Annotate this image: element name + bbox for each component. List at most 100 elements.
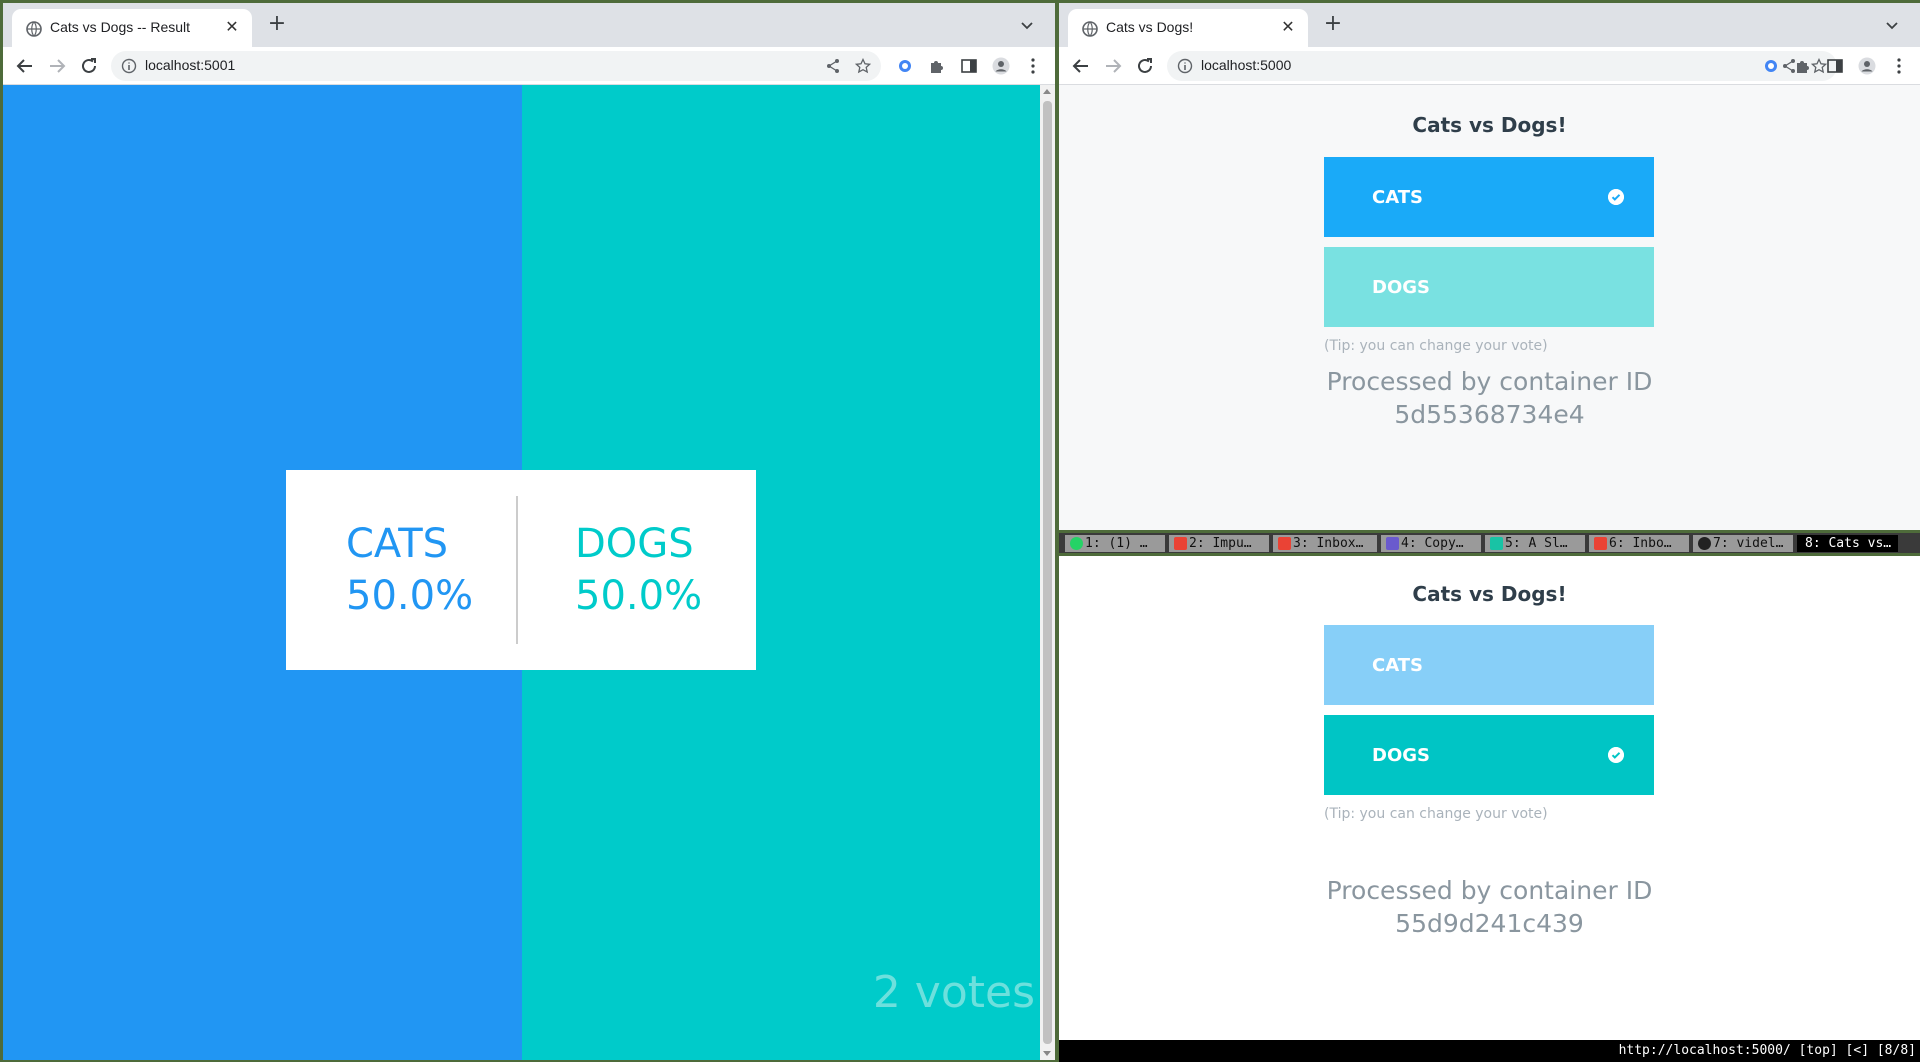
gmail-icon <box>1594 537 1607 550</box>
tabbar-item[interactable]: 4: Copy… <box>1381 535 1481 552</box>
cats-label: CATS <box>346 521 449 567</box>
vote-cats-button[interactable]: CATS <box>1324 625 1654 705</box>
scroll-down-icon[interactable] <box>1043 1051 1051 1056</box>
menu-kebab-icon[interactable] <box>1890 57 1908 75</box>
tab-title: Cats vs Dogs! <box>1106 19 1194 35</box>
result-divider <box>516 496 518 644</box>
vote-count: 2 votes <box>872 967 1035 1018</box>
close-tab-icon[interactable]: ✕ <box>222 17 242 37</box>
new-tab-button[interactable]: + <box>1321 13 1345 37</box>
reload-icon[interactable] <box>78 55 100 77</box>
cats-percentage: 50.0% <box>346 573 474 619</box>
tabbar-item-label: 6: Inbo… <box>1609 536 1672 551</box>
result-box: CATS 50.0% DOGS 50.0% <box>286 470 756 670</box>
vote-page: Cats vs Dogs! CATS DOGS (Tip: you can ch… <box>1059 556 1920 1040</box>
gmail-icon <box>1278 537 1291 550</box>
tabbar-item-label: 7: videl… <box>1713 536 1784 551</box>
new-tab-button[interactable]: + <box>265 13 289 37</box>
tabbar-item-label: 2: Impu… <box>1189 536 1252 551</box>
gmail-icon <box>1174 537 1187 550</box>
chevron-down-icon[interactable] <box>1017 15 1037 35</box>
processed-by: Processed by container ID 5d55368734e4 <box>1059 365 1920 431</box>
address-bar[interactable]: localhost:5000 <box>1167 51 1837 81</box>
tabbar-item-label: 5: A Sl… <box>1505 536 1568 551</box>
tabbar-item[interactable]: 8: Cats vs… <box>1797 535 1898 552</box>
container-id: 5d55368734e4 <box>1394 400 1585 429</box>
github-icon <box>1698 537 1711 550</box>
tabbar-item[interactable]: 1: (1) … <box>1065 535 1165 552</box>
scrollbar-thumb[interactable] <box>1043 101 1052 1044</box>
vote-title: Cats vs Dogs! <box>1412 582 1567 606</box>
star-icon[interactable] <box>855 58 871 74</box>
share-icon[interactable] <box>825 58 841 74</box>
tabbar-item[interactable]: 6: Inbo… <box>1589 535 1689 552</box>
tabbar-item-label: 8: Cats vs… <box>1805 536 1892 551</box>
vote-dogs-button[interactable]: DOGS <box>1324 715 1654 795</box>
tab-strip: Cats vs Dogs -- Result ✕ + <box>3 3 1055 47</box>
forward-arrow-icon[interactable] <box>1102 55 1124 77</box>
info-icon[interactable] <box>121 58 137 74</box>
dogs-label: DOGS <box>575 521 694 567</box>
star-icon[interactable] <box>1811 58 1827 74</box>
vote-cats-button[interactable]: CATS <box>1324 157 1654 237</box>
url-text: localhost:5001 <box>145 57 236 73</box>
tabbar-item-label: 4: Copy… <box>1401 536 1464 551</box>
extension-icon[interactable] <box>896 57 914 75</box>
vote-browser-window-top: Cats vs Dogs! ✕ + localhost:5000 Cats vs <box>1059 3 1920 530</box>
profile-avatar-icon[interactable] <box>1858 57 1876 75</box>
check-circle-icon <box>1608 189 1624 205</box>
cats-button-label: CATS <box>1372 655 1423 676</box>
vote-tip: (Tip: you can change your vote) <box>1324 338 1548 354</box>
tabbar-item[interactable]: 5: A Sl… <box>1485 535 1585 552</box>
tabbar-item[interactable]: 3: Inbox… <box>1273 535 1377 552</box>
dogs-button-label: DOGS <box>1372 277 1430 298</box>
profile-avatar-icon[interactable] <box>992 57 1010 75</box>
scrollbar[interactable] <box>1040 85 1055 1060</box>
globe-icon <box>26 21 42 37</box>
window-tab-bar: 1: (1) … 2: Impu… 3: Inbox… 4: Copy… 5: A Sl… <box>1059 533 1920 553</box>
puzzle-icon[interactable] <box>928 57 946 75</box>
processed-label: Processed by container ID <box>1326 367 1653 396</box>
whatsapp-icon <box>1070 537 1083 550</box>
vote-title: Cats vs Dogs! <box>1412 113 1567 137</box>
tabbar-item-label: 1: (1) … <box>1085 536 1148 551</box>
extension-icon[interactable] <box>1762 57 1780 75</box>
puzzle-icon[interactable] <box>1794 57 1812 75</box>
status-line: http://localhost:5000/ [top] [<] [8/8] <box>1059 1040 1920 1062</box>
check-circle-icon <box>1608 747 1624 763</box>
processed-label: Processed by container ID <box>1326 876 1653 905</box>
scroll-up-icon[interactable] <box>1043 89 1051 94</box>
app-icon <box>1490 537 1503 550</box>
chevron-down-icon[interactable] <box>1882 15 1902 35</box>
side-panel-icon[interactable] <box>1826 57 1844 75</box>
info-icon[interactable] <box>1177 58 1193 74</box>
vote-browser-window-bottom: Cats vs Dogs! CATS DOGS (Tip: you can ch… <box>1059 556 1920 1040</box>
list-icon <box>1386 537 1399 550</box>
reload-icon[interactable] <box>1134 55 1156 77</box>
tabbar-item[interactable]: 7: videl… <box>1693 535 1793 552</box>
dogs-percentage: 50.0% <box>575 573 703 619</box>
tab-result[interactable]: Cats vs Dogs -- Result ✕ <box>12 9 252 47</box>
processed-by: Processed by container ID 55d9d241c439 <box>1059 874 1920 940</box>
side-panel-icon[interactable] <box>960 57 978 75</box>
container-id: 55d9d241c439 <box>1395 909 1584 938</box>
back-arrow-icon[interactable] <box>1070 55 1092 77</box>
menu-kebab-icon[interactable] <box>1024 57 1042 75</box>
result-browser-window: Cats vs Dogs -- Result ✕ + localhost:500… <box>3 3 1055 1060</box>
cats-result: CATS 50.0% <box>346 518 473 622</box>
vote-dogs-button[interactable]: DOGS <box>1324 247 1654 327</box>
tabbar-item[interactable]: 2: Impu… <box>1169 535 1269 552</box>
forward-arrow-icon[interactable] <box>46 55 68 77</box>
cats-button-label: CATS <box>1372 187 1423 208</box>
close-tab-icon[interactable]: ✕ <box>1278 17 1298 37</box>
dogs-result: DOGS 50.0% <box>575 518 702 622</box>
desktop: Cats vs Dogs -- Result ✕ + localhost:500… <box>0 0 1920 1062</box>
tab-vote[interactable]: Cats vs Dogs! ✕ <box>1068 9 1308 47</box>
result-page: CATS 50.0% DOGS 50.0% 2 votes <box>3 85 1055 1060</box>
tabbar-item-label: 3: Inbox… <box>1293 536 1364 551</box>
url-text: localhost:5000 <box>1201 57 1292 73</box>
back-arrow-icon[interactable] <box>14 55 36 77</box>
vote-tip: (Tip: you can change your vote) <box>1324 806 1548 822</box>
address-bar[interactable]: localhost:5001 <box>111 51 881 81</box>
tab-strip: Cats vs Dogs! ✕ + <box>1059 3 1920 47</box>
